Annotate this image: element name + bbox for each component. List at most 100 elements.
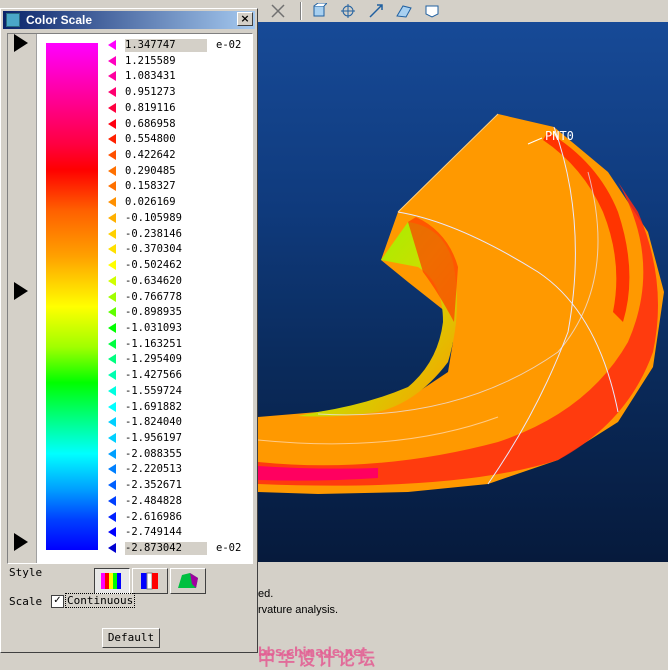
marker-column xyxy=(8,34,37,563)
exponent-bottom: e-02 xyxy=(216,542,242,554)
dialog-titlebar[interactable]: Color Scale × xyxy=(3,11,255,29)
scale-value: -0.105989 xyxy=(125,211,182,224)
scale-tick-icon[interactable] xyxy=(108,354,116,365)
scale-tick-icon[interactable] xyxy=(108,370,116,381)
scale-tick-icon[interactable] xyxy=(108,55,116,66)
view-orient-icon[interactable] xyxy=(309,1,329,20)
scale-tick-icon[interactable] xyxy=(108,385,116,396)
style-shaded-button[interactable] xyxy=(170,568,206,594)
scale-value: -1.295409 xyxy=(125,353,182,366)
scale-tick-icon[interactable] xyxy=(108,307,116,318)
continuous-checkbox[interactable]: ✓ xyxy=(51,595,64,608)
scale-value: -2.749144 xyxy=(125,526,182,539)
scale-value: 0.951273 xyxy=(125,86,176,99)
scale-tick-icon[interactable] xyxy=(108,464,116,475)
style-continuous-button[interactable] xyxy=(94,568,130,594)
scale-tick-icon[interactable] xyxy=(108,212,116,223)
message-line: ed. xyxy=(258,588,274,600)
color-gradient-bar xyxy=(46,43,98,550)
dialog-app-icon xyxy=(6,13,20,27)
scale-tick-icon[interactable] xyxy=(108,260,116,271)
dialog-title: Color Scale xyxy=(26,13,93,27)
scale-tick-icon[interactable] xyxy=(108,417,116,428)
scale-value: 0.422642 xyxy=(125,149,176,162)
scale-value: 0.554800 xyxy=(125,133,176,146)
mid-range-marker-icon[interactable] xyxy=(14,282,28,300)
scale-tick-icon[interactable] xyxy=(108,275,116,286)
scale-tick-icon[interactable] xyxy=(108,134,116,145)
scale-tick-icon[interactable] xyxy=(108,448,116,459)
scale-value: -0.766778 xyxy=(125,290,182,303)
color-scale-panel: 1.347747 e-02 -2.873042 e-02 1.215589 1.0… xyxy=(7,33,253,564)
scale-tick-icon[interactable] xyxy=(108,338,116,349)
zoom-tool-icon[interactable] xyxy=(268,1,288,20)
scale-value: 0.290485 xyxy=(125,164,176,177)
scale-value: -1.956197 xyxy=(125,431,182,444)
scale-tick-icon[interactable] xyxy=(108,527,116,538)
style-banded-button[interactable] xyxy=(132,568,168,594)
top-range-marker-icon[interactable] xyxy=(14,34,28,52)
style-label: Style xyxy=(9,566,43,579)
datum-point-label: PNT0 xyxy=(545,129,574,143)
scale-value: 1.215589 xyxy=(125,54,176,67)
close-button[interactable]: × xyxy=(237,12,253,26)
scale-value: 0.026169 xyxy=(125,196,176,209)
scale-tick-icon[interactable] xyxy=(108,102,116,113)
color-scale-dialog: Color Scale × 1.347747 e-02 -2.873042 e-… xyxy=(0,8,258,653)
scale-value: -0.634620 xyxy=(125,274,182,287)
graphics-viewport[interactable]: PNT0 xyxy=(258,22,668,562)
curvature-model xyxy=(258,113,664,494)
max-value-field[interactable]: 1.347747 xyxy=(125,39,207,52)
min-value-field[interactable]: -2.873042 xyxy=(125,542,207,555)
continuous-label[interactable]: Continuous xyxy=(65,593,136,608)
refit-icon[interactable] xyxy=(366,1,386,20)
default-button[interactable]: Default xyxy=(102,628,160,648)
saved-view-icon[interactable] xyxy=(394,1,414,20)
scale-value: -0.898935 xyxy=(125,306,182,319)
scale-value: -2.220513 xyxy=(125,463,182,476)
spin-center-icon[interactable] xyxy=(338,1,358,20)
scale-tick-icon[interactable] xyxy=(108,432,116,443)
scale-label: Scale xyxy=(9,595,43,608)
scale-value: 0.819116 xyxy=(125,101,176,114)
scale-value: 0.158327 xyxy=(125,180,176,193)
scale-value: -1.691882 xyxy=(125,400,182,413)
scale-value: -2.088355 xyxy=(125,447,182,460)
scale-value: 0.686958 xyxy=(125,117,176,130)
scale-value: -1.163251 xyxy=(125,337,182,350)
scale-tick-icon[interactable] xyxy=(108,40,116,50)
scale-tick-icon[interactable] xyxy=(108,495,116,506)
scale-tick-icon[interactable] xyxy=(108,197,116,208)
scale-value: -1.031093 xyxy=(125,321,182,334)
bottom-range-marker-icon[interactable] xyxy=(14,533,28,551)
scale-tick-icon[interactable] xyxy=(108,181,116,192)
scale-tick-icon[interactable] xyxy=(108,401,116,412)
scale-value: -2.352671 xyxy=(125,479,182,492)
named-views-icon[interactable] xyxy=(422,1,442,20)
scale-value: -2.616986 xyxy=(125,510,182,523)
scale-tick-icon[interactable] xyxy=(108,118,116,129)
scale-value: -1.427566 xyxy=(125,369,182,382)
watermark-url: bbs.chinade.net xyxy=(258,645,367,659)
scale-tick-icon[interactable] xyxy=(108,87,116,98)
message-area: ed. rvature analysis. 中华设计论坛 bbs.chinade… xyxy=(258,562,668,670)
toolbar-separator xyxy=(300,2,302,20)
scale-value: 1.083431 xyxy=(125,70,176,83)
scale-tick-icon[interactable] xyxy=(108,71,116,82)
scale-tick-icon[interactable] xyxy=(108,543,116,553)
scale-value: -0.502462 xyxy=(125,259,182,272)
exponent-top: e-02 xyxy=(216,39,242,51)
scale-tick-icon[interactable] xyxy=(108,244,116,255)
scale-value: -1.824040 xyxy=(125,416,182,429)
scale-value: -0.370304 xyxy=(125,243,182,256)
scale-tick-icon[interactable] xyxy=(108,322,116,333)
scale-tick-icon[interactable] xyxy=(108,150,116,161)
scale-tick-icon[interactable] xyxy=(108,480,116,491)
scale-value: -2.484828 xyxy=(125,494,182,507)
scale-tick-icon[interactable] xyxy=(108,165,116,176)
scale-tick-icon[interactable] xyxy=(108,228,116,239)
scale-value: -0.238146 xyxy=(125,227,182,240)
scale-tick-icon[interactable] xyxy=(108,511,116,522)
scale-value: -1.559724 xyxy=(125,384,182,397)
scale-tick-icon[interactable] xyxy=(108,291,116,302)
